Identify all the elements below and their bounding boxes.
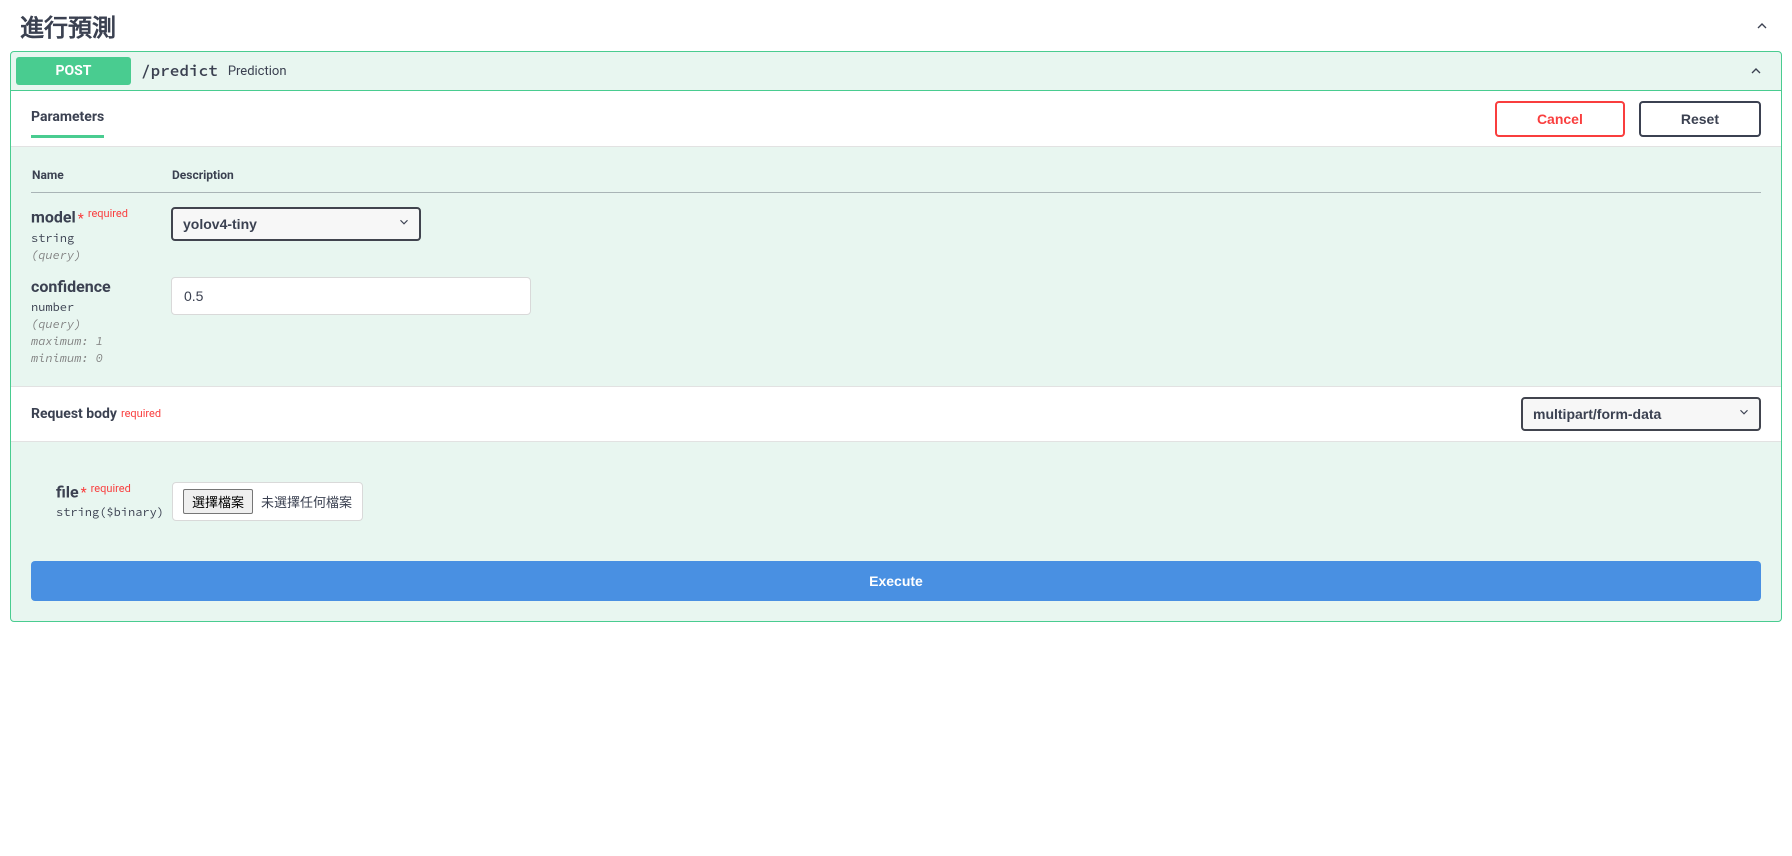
operation-description: Prediction xyxy=(228,64,1736,79)
section-title: 進行預測 xyxy=(20,8,1752,43)
operation-block: POST /predict Prediction Parameters Canc… xyxy=(10,51,1782,622)
http-method-badge: POST xyxy=(16,57,131,85)
required-label: required xyxy=(91,482,131,495)
request-body-section: file* required string($binary) 選擇檔案 未選擇任何… xyxy=(11,442,1781,541)
param-row-model: model* required string (query) yolov4-tin… xyxy=(31,193,1761,263)
parameters-body: Name Description model* required string (… xyxy=(11,147,1781,386)
tab-parameters[interactable]: Parameters xyxy=(31,99,104,138)
chevron-up-icon xyxy=(1754,18,1770,34)
file-placeholder: 未選擇任何檔案 xyxy=(261,492,352,511)
model-select[interactable]: yolov4-tiny xyxy=(171,207,421,241)
param-row-confidence: confidence number (query) maximum: 1 min… xyxy=(31,263,1761,366)
execute-wrap: Execute xyxy=(11,541,1781,621)
operation-summary[interactable]: POST /predict Prediction xyxy=(11,52,1781,91)
column-name: Name xyxy=(31,167,171,193)
file-input[interactable]: 選擇檔案 未選擇任何檔案 xyxy=(172,482,363,521)
operation-toggle[interactable] xyxy=(1746,61,1766,81)
param-name: file xyxy=(56,482,79,501)
execute-button[interactable]: Execute xyxy=(31,561,1761,601)
param-min: minimum: 0 xyxy=(31,351,171,366)
chevron-up-icon xyxy=(1748,63,1764,79)
required-label: required xyxy=(121,407,161,420)
request-body-bar: Request body required multipart/form-dat… xyxy=(11,386,1781,442)
required-star: * xyxy=(81,485,87,501)
param-type: string xyxy=(31,231,171,246)
parameters-header: Parameters Cancel Reset xyxy=(11,91,1781,147)
param-max: maximum: 1 xyxy=(31,334,171,349)
param-location: (query) xyxy=(31,317,171,332)
param-location: (query) xyxy=(31,248,171,263)
section-toggle[interactable] xyxy=(1752,16,1772,36)
required-star: * xyxy=(78,211,84,227)
cancel-button[interactable]: Cancel xyxy=(1495,101,1625,137)
model-select-wrap: yolov4-tiny xyxy=(171,207,421,241)
column-description: Description xyxy=(171,167,1761,193)
required-label: required xyxy=(88,207,128,220)
param-name: confidence xyxy=(31,277,171,296)
request-body-title: Request body xyxy=(31,406,117,422)
param-type: number xyxy=(31,300,171,315)
choose-file-button[interactable]: 選擇檔案 xyxy=(183,489,253,514)
content-type-select[interactable]: multipart/form-data xyxy=(1521,397,1761,431)
operation-path: /predict xyxy=(141,61,218,81)
param-type: string($binary) xyxy=(56,505,164,520)
content-type-select-wrap: multipart/form-data xyxy=(1521,397,1761,431)
reset-button[interactable]: Reset xyxy=(1639,101,1761,137)
confidence-input[interactable] xyxy=(171,277,531,315)
parameters-table: Name Description model* required string (… xyxy=(31,167,1761,366)
section-header: 進行預測 xyxy=(0,0,1792,51)
param-name: model xyxy=(31,208,76,227)
